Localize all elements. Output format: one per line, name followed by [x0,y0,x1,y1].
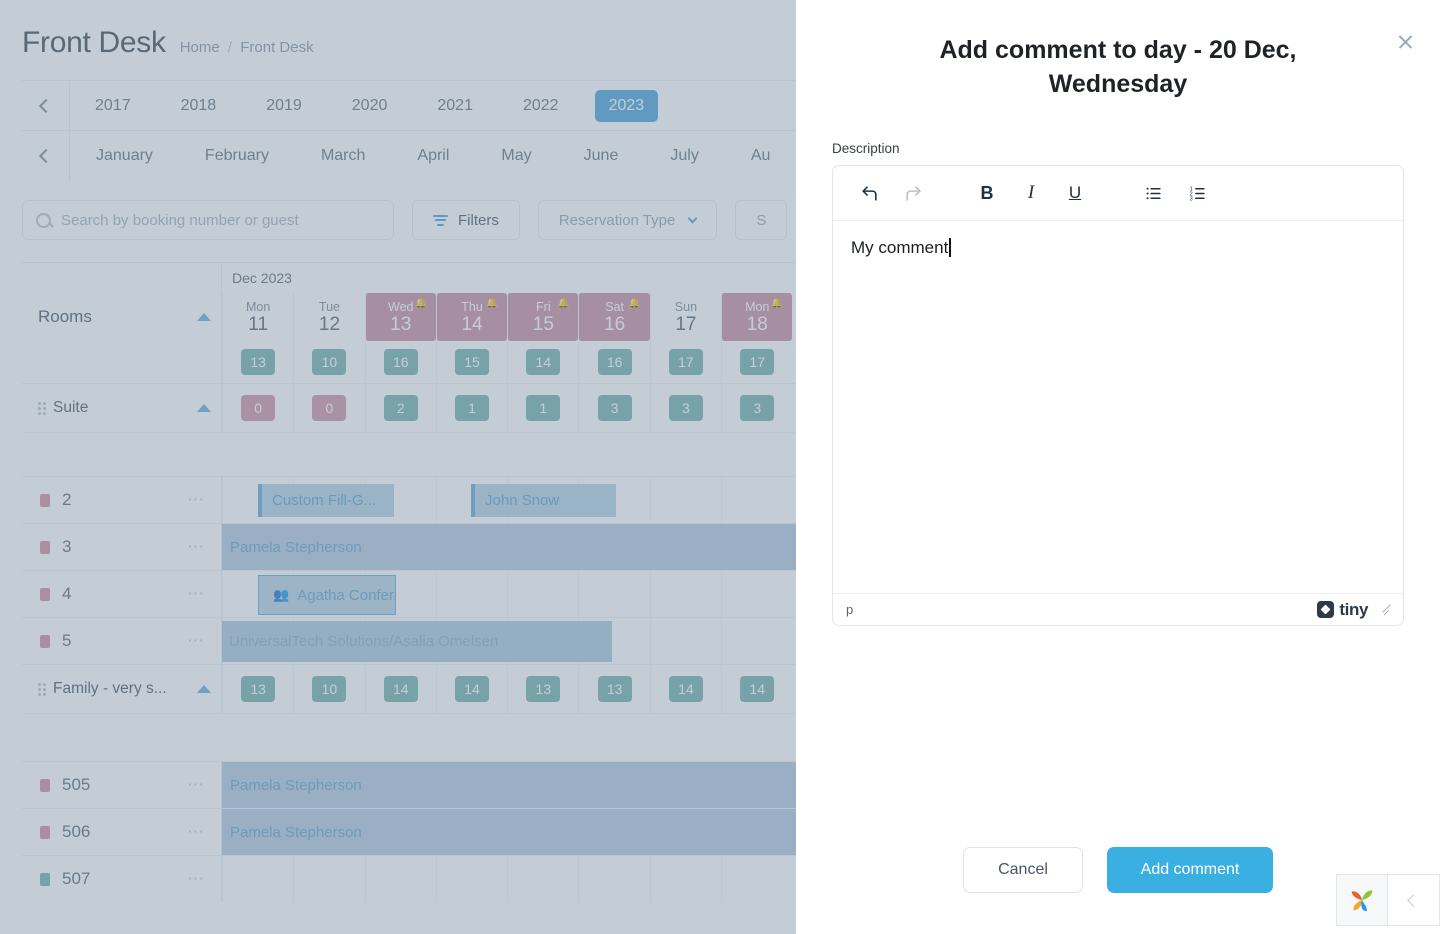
underline-icon[interactable]: U [1055,176,1095,210]
tiny-brand-label: tiny [1339,599,1368,619]
element-path[interactable]: p [846,602,853,617]
chevron-left-icon [1407,893,1420,907]
modal-title: Add comment to day - 20 Dec, Wednesday [939,36,1297,98]
editor-status-bar: p tiny [833,593,1403,625]
close-button[interactable] [1392,28,1418,54]
helper-collapse-button[interactable] [1388,874,1440,926]
italic-icon[interactable]: I [1011,176,1051,210]
comment-text: My comment [851,238,949,257]
tiny-logo-icon [1317,601,1335,618]
bold-icon[interactable]: B [967,176,1007,210]
description-label: Description [832,141,900,156]
floating-helper-widget[interactable] [1336,874,1440,926]
modal-body: Description B I U 1 2 3 My comment p tin… [796,101,1440,847]
numbered-list-icon[interactable]: 123 [1177,176,1217,210]
tinymce-branding[interactable]: tiny [1317,600,1393,620]
add-comment-modal: Add comment to day - 20 Dec, Wednesday D… [796,0,1440,934]
modal-backdrop[interactable] [0,0,796,934]
bullet-list-icon[interactable] [1133,176,1173,210]
text-cursor [949,238,951,257]
add-comment-button[interactable]: Add comment [1107,847,1273,893]
editor-content-area[interactable]: My comment [833,221,1403,593]
redo-icon[interactable] [893,176,933,210]
rich-text-editor[interactable]: B I U 123 My comment p tiny [832,165,1404,626]
close-icon [1397,33,1414,50]
cancel-button[interactable]: Cancel [963,847,1083,893]
editor-toolbar: B I U 123 [833,166,1403,221]
helper-logo-button[interactable] [1336,874,1388,926]
svg-text:3: 3 [1189,196,1192,202]
pinwheel-logo-icon [1351,890,1373,912]
resize-handle-icon[interactable] [1381,604,1393,616]
undo-icon[interactable] [849,176,889,210]
